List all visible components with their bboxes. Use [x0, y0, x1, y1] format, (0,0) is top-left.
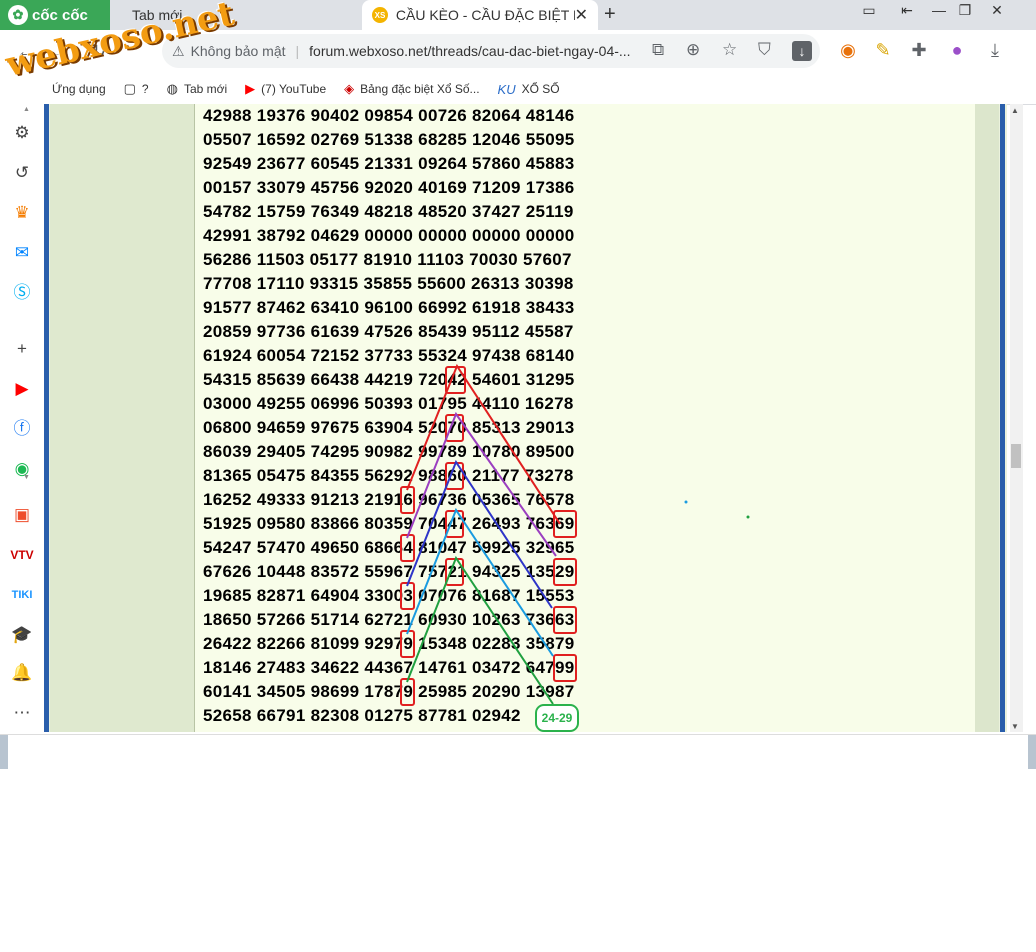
scroll-thumb[interactable] — [1011, 444, 1021, 468]
sidebar-scroll-up-icon[interactable]: ▲ — [23, 106, 30, 113]
scroll-left-edge — [0, 735, 8, 769]
sidebar-scroll-down-icon[interactable]: ▼ — [23, 474, 30, 481]
scroll-down-icon[interactable]: ▼ — [1011, 722, 1019, 731]
pattern-line — [406, 363, 561, 525]
stray-dot — [746, 515, 750, 519]
result-badge: 24-29 — [535, 704, 579, 732]
scroll-right-edge — [1028, 735, 1036, 769]
scroll-up-icon[interactable]: ▲ — [1011, 106, 1019, 115]
pattern-lines — [406, 363, 750, 705]
page-scrollbar[interactable] — [1010, 104, 1023, 732]
horizontal-scroll-area — [0, 734, 1036, 769]
stray-dot — [684, 500, 688, 504]
